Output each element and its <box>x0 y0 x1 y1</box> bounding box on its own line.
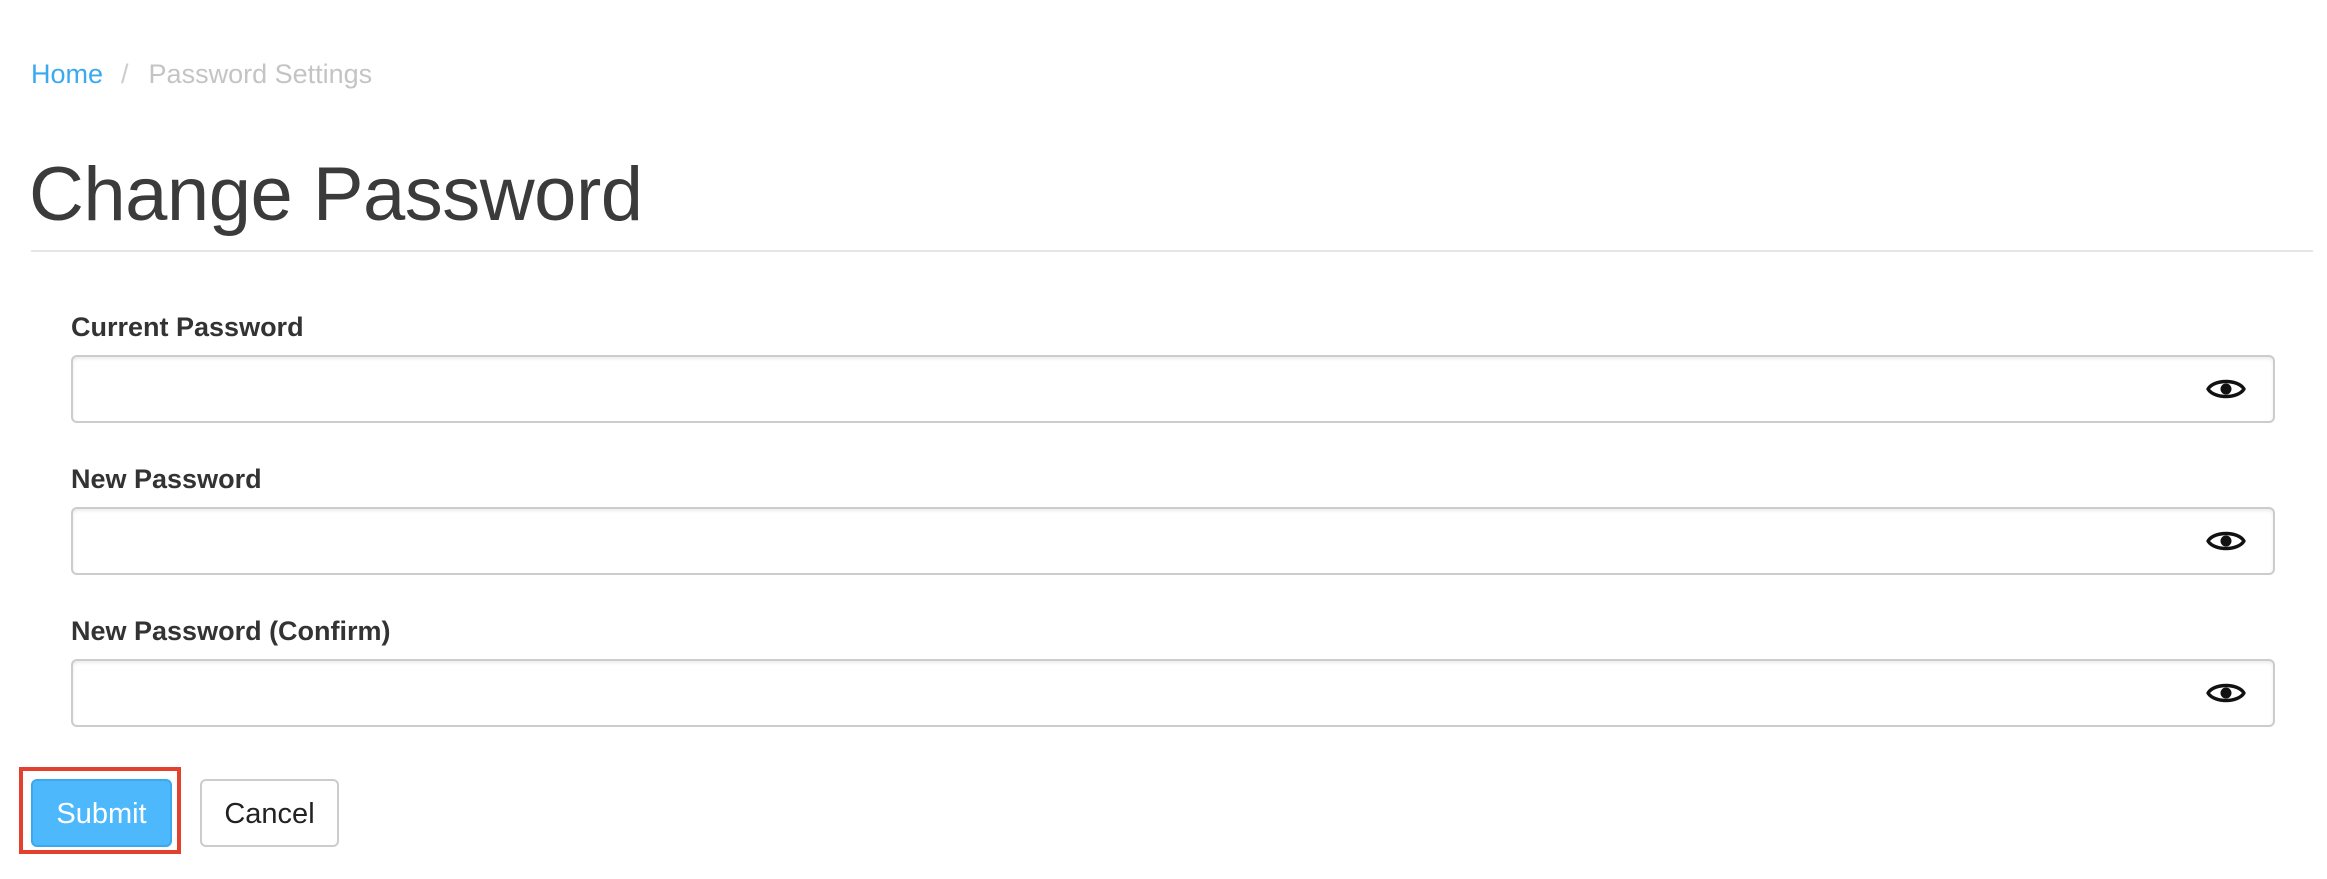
current-password-wrapper <box>71 355 2275 423</box>
new-password-label: New Password <box>71 464 262 494</box>
confirm-password-label: New Password (Confirm) <box>71 616 391 646</box>
current-password-group: Current Password <box>71 311 2275 423</box>
confirm-password-group: New Password (Confirm) <box>71 615 2275 727</box>
new-password-input[interactable] <box>73 509 2193 573</box>
submit-button[interactable]: Submit <box>31 779 172 847</box>
page-title: Change Password <box>29 152 643 237</box>
confirm-password-input[interactable] <box>73 661 2193 725</box>
eye-icon[interactable] <box>2205 523 2247 559</box>
breadcrumb: Home / Password Settings <box>31 56 372 92</box>
current-password-input[interactable] <box>73 357 2193 421</box>
new-password-wrapper <box>71 507 2275 575</box>
title-divider <box>31 250 2313 252</box>
breadcrumb-separator: / <box>121 59 129 89</box>
change-password-page: Home / Password Settings Change Password… <box>0 0 2327 879</box>
current-password-label: Current Password <box>71 312 304 342</box>
breadcrumb-home-link[interactable]: Home <box>31 56 103 92</box>
confirm-password-wrapper <box>71 659 2275 727</box>
cancel-button[interactable]: Cancel <box>200 779 339 847</box>
breadcrumb-current: Password Settings <box>148 59 373 89</box>
new-password-group: New Password <box>71 463 2275 575</box>
eye-icon[interactable] <box>2205 371 2247 407</box>
eye-icon[interactable] <box>2205 675 2247 711</box>
